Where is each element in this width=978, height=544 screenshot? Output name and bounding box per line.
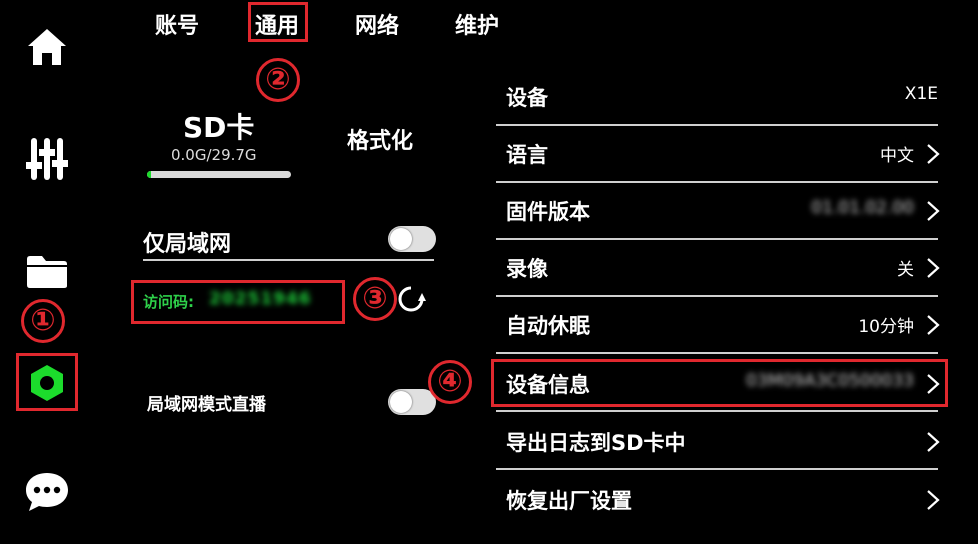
settings-row-language[interactable]: 语言 中文: [496, 125, 940, 182]
settings-row-auto-sleep[interactable]: 自动休眠 10分钟: [496, 296, 940, 353]
settings-row-factory-reset[interactable]: 恢复出厂设置: [496, 471, 940, 528]
annotation-number-1: ①: [21, 299, 65, 343]
annotation-number-4: ④: [428, 360, 472, 404]
divider: [496, 352, 938, 354]
sd-card-usage-bar: [147, 171, 291, 178]
annotation-box-3: [131, 280, 345, 324]
settings-value: 中文: [880, 146, 914, 166]
settings-row-device: 设备 X1E: [496, 68, 938, 125]
chevron-right-icon: [927, 201, 940, 221]
tab-network[interactable]: 网络: [355, 8, 399, 40]
annotation-number-2: ②: [256, 58, 300, 102]
sd-card-usage: 0.0G/29.7G: [171, 146, 257, 164]
chevron-right-icon: [927, 315, 940, 335]
sd-card-title: SD卡: [183, 111, 255, 144]
settings-label: 录像: [506, 257, 548, 281]
annotation-box-2: [248, 2, 308, 42]
settings-label: 设备: [506, 86, 548, 110]
lan-live-toggle[interactable]: [388, 389, 436, 415]
settings-row-export-logs[interactable]: 导出日志到SD卡中: [496, 413, 940, 470]
annotation-box-4: [491, 359, 948, 407]
lan-only-label: 仅局域网: [143, 232, 232, 257]
settings-label: 导出日志到SD卡中: [506, 431, 686, 455]
sd-card-usage-fill: [147, 171, 151, 178]
settings-value: 10分钟: [858, 317, 914, 337]
divider: [143, 259, 434, 261]
lan-live-label: 局域网模式直播: [147, 395, 266, 415]
settings-label: 固件版本: [506, 200, 590, 224]
folder-icon[interactable]: [22, 247, 72, 297]
chat-icon[interactable]: [22, 467, 72, 517]
settings-value: 关: [897, 260, 914, 280]
settings-value: X1E: [904, 84, 938, 104]
tab-account[interactable]: 账号: [155, 8, 199, 40]
settings-value: 01.01.02.00: [811, 198, 914, 218]
settings-row-firmware[interactable]: 固件版本 01.01.02.00: [496, 182, 940, 239]
refresh-icon[interactable]: [396, 284, 426, 318]
annotation-number-3: ③: [353, 277, 397, 321]
divider: [496, 468, 938, 470]
lan-only-toggle[interactable]: [388, 226, 436, 252]
tab-maintenance[interactable]: 维护: [455, 8, 499, 40]
format-button[interactable]: 格式化: [347, 123, 413, 155]
chevron-right-icon: [927, 144, 940, 164]
chevron-right-icon: [927, 258, 940, 278]
annotation-box-1: [16, 353, 78, 411]
chevron-right-icon: [927, 432, 940, 452]
divider: [496, 410, 938, 412]
settings-label: 恢复出厂设置: [506, 489, 632, 513]
settings-label: 自动休眠: [506, 314, 590, 338]
home-icon[interactable]: [22, 22, 72, 72]
sliders-icon[interactable]: [22, 134, 72, 184]
chevron-right-icon: [927, 490, 940, 510]
settings-row-recording[interactable]: 录像 关: [496, 239, 940, 296]
settings-label: 语言: [506, 143, 548, 167]
